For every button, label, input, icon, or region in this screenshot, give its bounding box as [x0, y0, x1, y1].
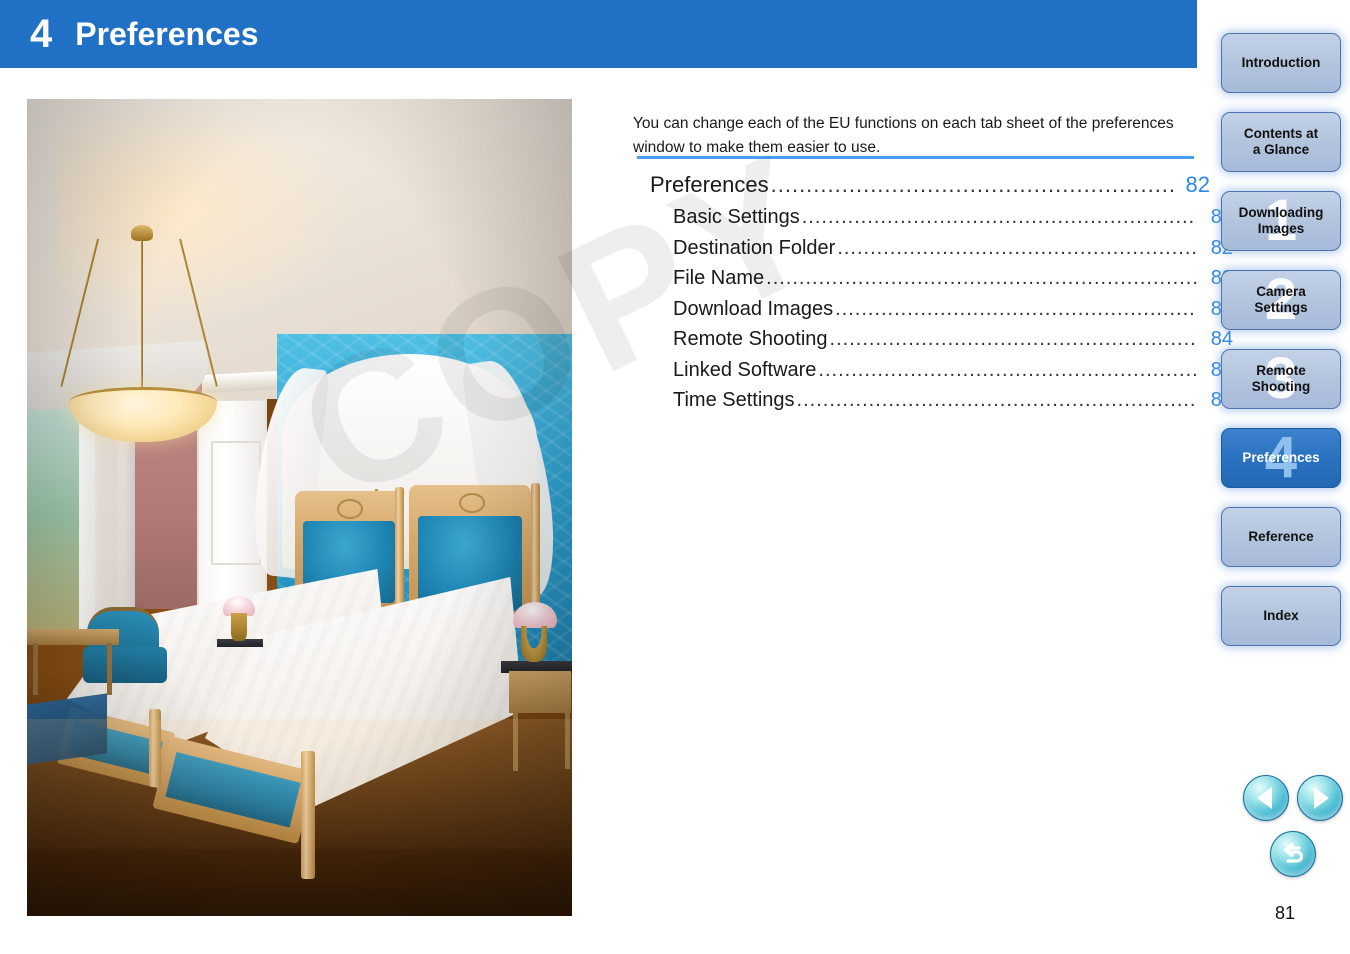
photo-nightstand-leg: [565, 711, 570, 769]
sidebar-tab-label: Contents at a Glance: [1240, 126, 1322, 158]
sidebar-tab-label-line1: Downloading: [1238, 205, 1324, 220]
photo-lamp-base: [521, 626, 547, 662]
toc-entry[interactable]: File Name...............................…: [637, 263, 1233, 294]
toc-entry[interactable]: Time Settings...........................…: [637, 385, 1233, 416]
bedroom-photo: [27, 99, 572, 916]
nav-row-secondary: [1238, 831, 1348, 877]
sidebar-tab-label: Introduction: [1241, 55, 1321, 70]
photo-bed-post: [395, 487, 404, 613]
sidebar-tab-label-line2: Shooting: [1251, 379, 1311, 394]
toc-entry-label: Destination Folder: [673, 236, 836, 259]
sidebar-tab-downloading[interactable]: 1 Downloading Images: [1221, 191, 1341, 251]
sidebar-tab-introduction[interactable]: Introduction: [1221, 33, 1341, 93]
page-title: Preferences: [75, 16, 259, 52]
toc-entry[interactable]: Basic Settings..........................…: [637, 202, 1233, 233]
photo-nightstand: [509, 671, 571, 713]
sidebar-tab-label: Preferences: [1242, 450, 1320, 465]
photo-headboard-medallion: [459, 493, 485, 513]
toc-dot-leader: ........................................…: [835, 297, 1197, 320]
toc-dot-leader: ........................................…: [829, 328, 1197, 350]
chapter-header-bar: 4 Preferences: [0, 0, 1197, 68]
nav-row-primary: [1238, 775, 1348, 821]
photo-ceiling-glow: [57, 109, 357, 329]
toc-divider-rule: [637, 156, 1194, 159]
toc-entry-label: Time Settings: [673, 389, 795, 411]
sidebar-tab-contents-at[interactable]: Contents at a Glance: [1221, 112, 1341, 172]
page-number: 81: [1274, 903, 1296, 923]
photo-lamp-base: [231, 613, 247, 641]
return-arrow-icon: [1283, 842, 1304, 863]
toc-dot-leader: ........................................…: [818, 358, 1197, 381]
toc-dot-leader: ........................................…: [766, 267, 1197, 289]
sidebar-tab-label: Camera Settings: [1250, 284, 1311, 316]
photo-bed-post: [149, 709, 161, 787]
sidebar-tab-label-line2: Settings: [1254, 300, 1308, 315]
page-navigation-controls: [1238, 775, 1348, 877]
photo-bed-post: [531, 483, 540, 615]
toc-entry-label: Download Images: [673, 297, 834, 320]
toc-dot-leader: ........................................…: [770, 172, 1174, 197]
toc-dot-leader: ........................................…: [801, 206, 1197, 228]
sidebar-tab-index[interactable]: Index: [1221, 586, 1341, 646]
chapter-number: 4: [30, 12, 52, 56]
sidebar-tab-remote[interactable]: 3 Remote Shooting: [1221, 349, 1341, 409]
toc-entry-page: 82: [1185, 172, 1210, 197]
sidebar-tab-camera[interactable]: 2 Camera Settings: [1221, 270, 1341, 330]
sidebar-tab-preferences[interactable]: 4 Preferences: [1221, 428, 1341, 488]
photo-chandelier-rod: [141, 239, 143, 391]
toc-entry-label: Basic Settings: [673, 206, 800, 228]
toc-entry-label: Linked Software: [673, 358, 817, 381]
toc-entry-label: File Name: [673, 267, 765, 289]
next-page-button[interactable]: [1297, 775, 1343, 821]
toc-entry[interactable]: Remote Shooting.........................…: [637, 324, 1233, 355]
sidebar-tab-label-line1: Camera: [1256, 284, 1306, 299]
photo-desk: [27, 629, 119, 645]
sidebar-tab-label-line2: Images: [1257, 221, 1305, 236]
sidebar-tab-label: Downloading Images: [1235, 205, 1328, 237]
toc-entry-label: Preferences: [650, 172, 769, 197]
sidebar-tab-reference[interactable]: Reference: [1221, 507, 1341, 567]
previous-page-button[interactable]: [1243, 775, 1289, 821]
photo-area-rug: [27, 693, 107, 765]
return-back-button[interactable]: [1270, 831, 1316, 877]
table-of-contents: Preferences.............................…: [637, 168, 1233, 416]
chapter-sidebar-nav: Introduction Contents at a Glance 1 Download…: [1221, 33, 1341, 665]
toc-dot-leader: ........................................…: [837, 236, 1197, 259]
photo-desk-leg: [107, 643, 112, 695]
intro-paragraph: You can change each of the EU functions …: [633, 114, 1174, 156]
photo-nightstand-leg: [513, 711, 518, 771]
sidebar-tab-label: Remote Shooting: [1248, 363, 1314, 395]
photo-footboard-pad: [165, 751, 301, 828]
photo-door-panel: [211, 441, 261, 565]
sidebar-tab-label: Reference: [1248, 529, 1314, 544]
toc-dot-leader: ........................................…: [796, 389, 1197, 411]
photo-headboard-medallion: [337, 499, 363, 519]
triangle-left-icon: [1257, 787, 1272, 809]
sidebar-tab-label-line1: Contents at: [1243, 126, 1319, 141]
photo-desk-leg: [33, 643, 38, 695]
toc-entry[interactable]: Destination Folder......................…: [637, 233, 1233, 264]
photo-bed-post: [301, 751, 315, 879]
photo-armchair-seat: [83, 647, 167, 683]
toc-entry[interactable]: Download Images.........................…: [637, 294, 1233, 325]
toc-entry[interactable]: Preferences.............................…: [637, 168, 1210, 202]
photo-scene: [27, 99, 572, 916]
sidebar-tab-label: Index: [1263, 608, 1299, 623]
toc-entry-label: Remote Shooting: [673, 328, 828, 350]
toc-entry[interactable]: Linked Software.........................…: [637, 355, 1233, 386]
triangle-right-icon: [1314, 787, 1329, 809]
sidebar-tab-label-line2: a Glance: [1252, 142, 1310, 157]
sidebar-tab-label-line1: Remote: [1256, 363, 1306, 378]
